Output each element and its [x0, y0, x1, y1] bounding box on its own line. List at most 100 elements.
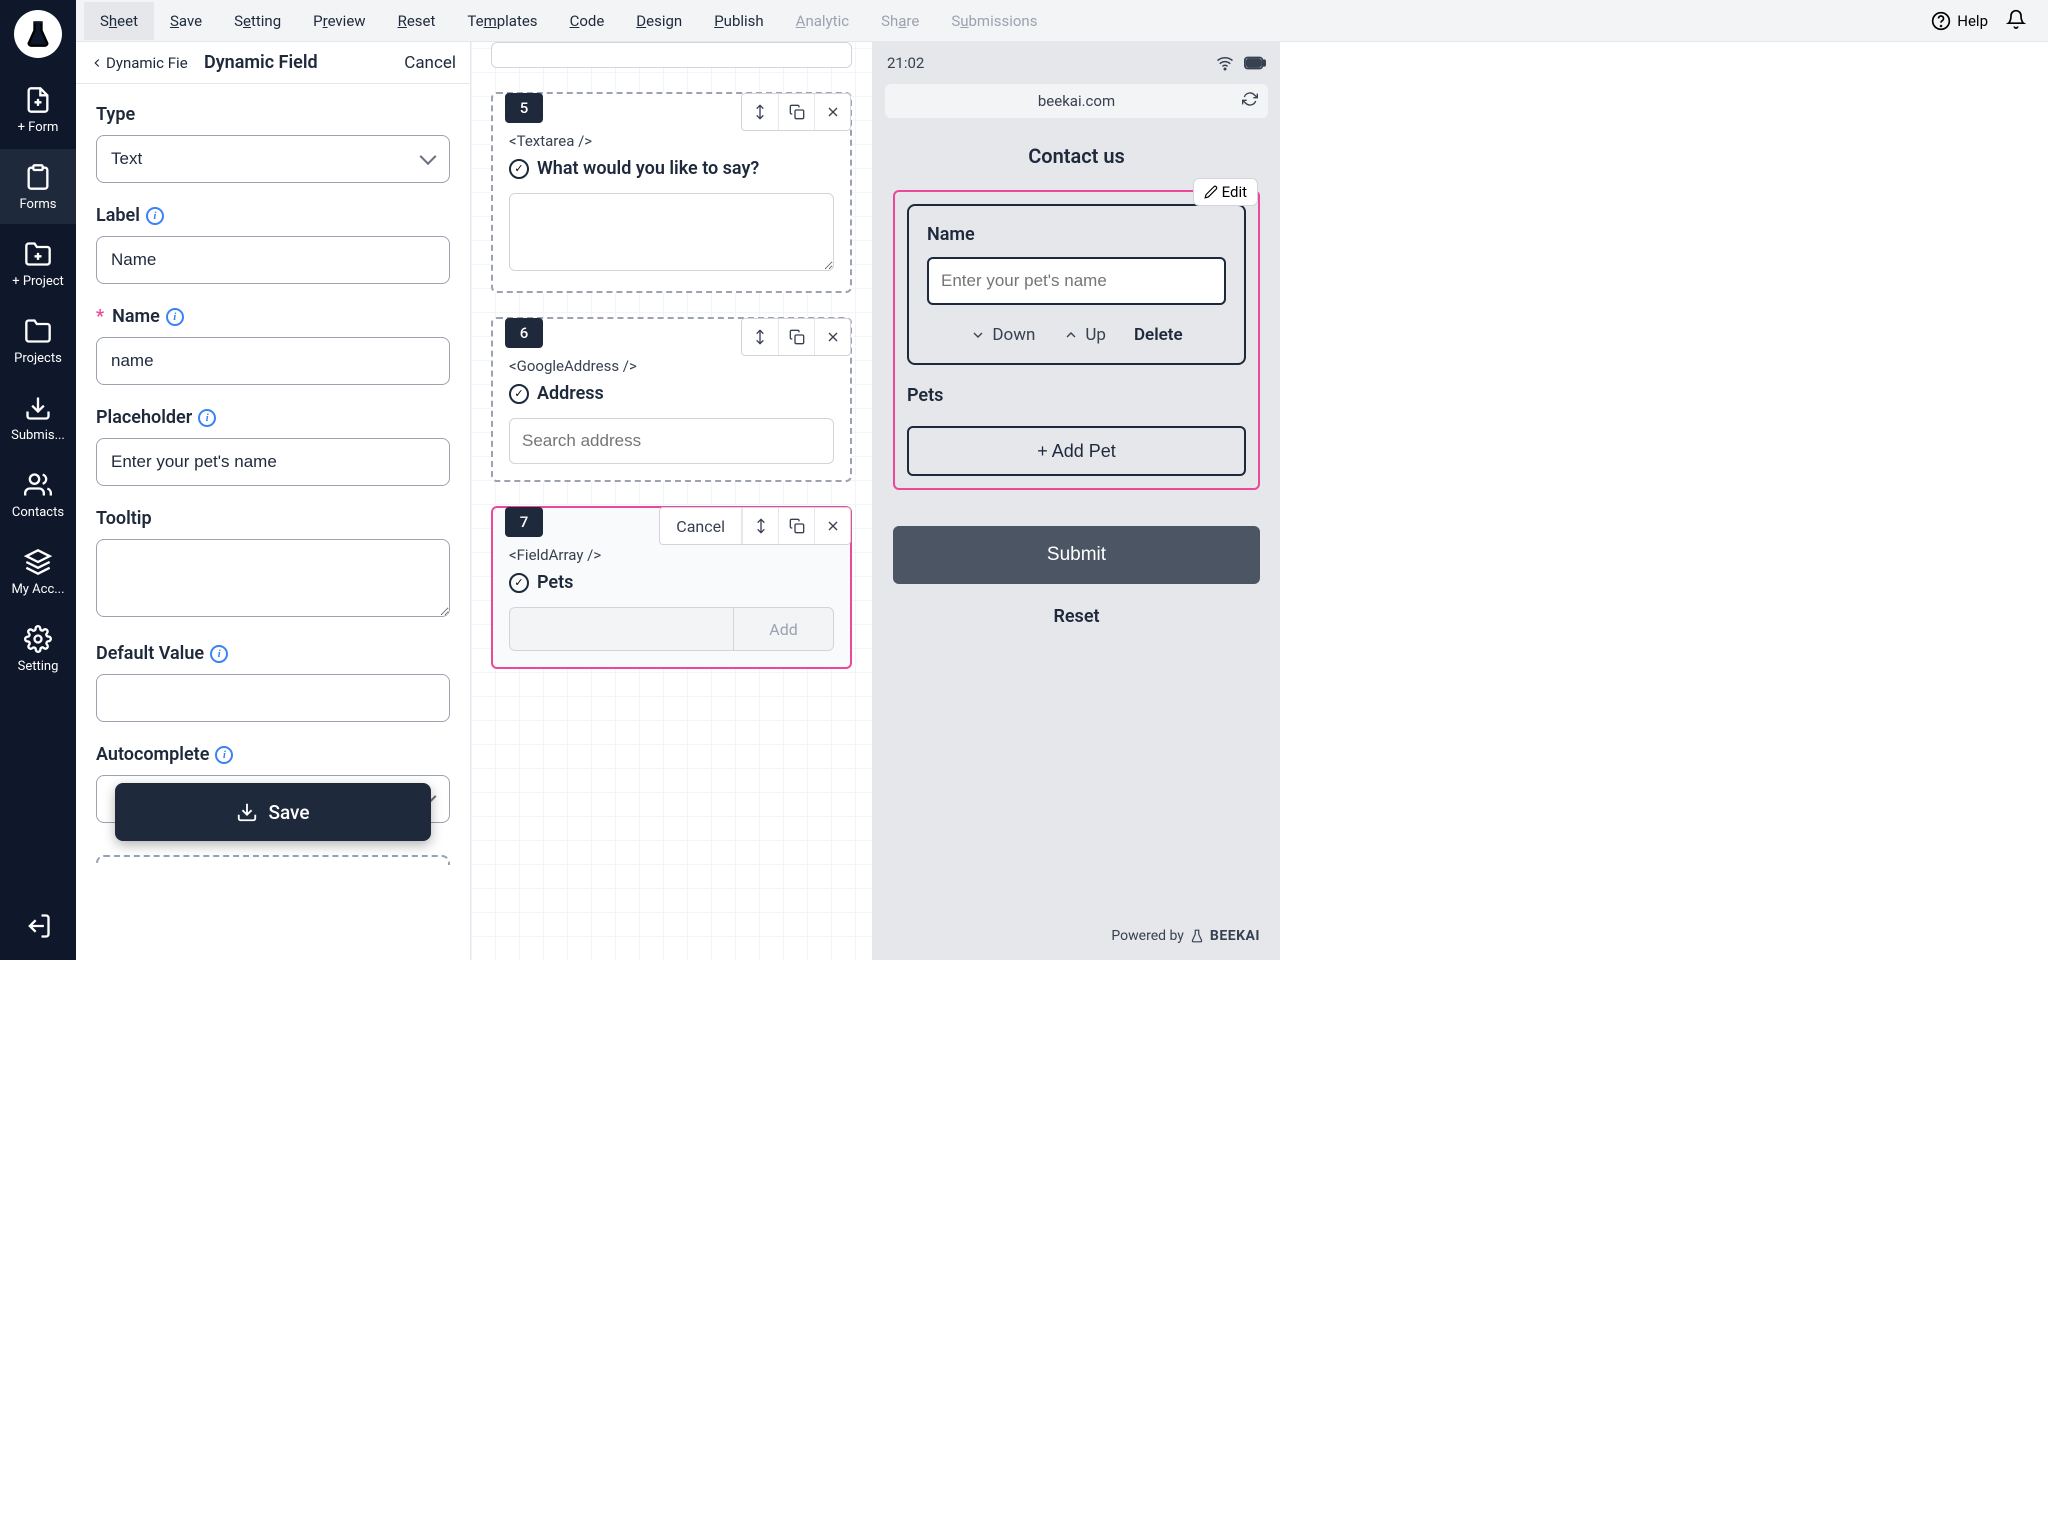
- field-card-7[interactable]: 7 Cancel <FieldArray /> ✓ Pets Add: [491, 506, 852, 669]
- check-icon: ✓: [509, 384, 529, 404]
- tooltip-label: Tooltip: [96, 508, 450, 529]
- help-button[interactable]: Help: [1931, 11, 1988, 31]
- left-sidebar: + Form Forms + Project Projects Submis..…: [0, 0, 76, 960]
- panel-cancel-button[interactable]: Cancel: [404, 53, 456, 73]
- sidebar-item-account[interactable]: My Acc...: [0, 534, 76, 609]
- form-canvas: 5 <Textarea /> ✓ What would you like to …: [471, 0, 873, 960]
- close-icon[interactable]: [814, 319, 850, 355]
- field-title: Pets: [537, 572, 573, 593]
- move-up-button[interactable]: Up: [1063, 325, 1106, 345]
- label-input[interactable]: [96, 236, 450, 284]
- download-icon: [236, 801, 258, 823]
- type-label: Type: [96, 104, 450, 125]
- sidebar-item-new-form[interactable]: + Form: [0, 72, 76, 147]
- properties-panel: Dynamic Fie Dynamic Field Cancel Type La…: [76, 0, 471, 960]
- name-input[interactable]: [96, 337, 450, 385]
- textarea-preview[interactable]: [509, 193, 834, 271]
- menu-item[interactable]: Code: [554, 2, 621, 40]
- card-cancel-button[interactable]: Cancel: [660, 508, 742, 544]
- info-icon[interactable]: i: [210, 645, 228, 663]
- move-icon[interactable]: [742, 94, 778, 130]
- reset-button[interactable]: Reset: [893, 606, 1260, 627]
- autocomplete-label: Autocomplete: [96, 744, 209, 765]
- preview-time: 21:02: [887, 54, 924, 72]
- field-number-badge: 7: [505, 507, 543, 537]
- close-icon[interactable]: [814, 94, 850, 130]
- delete-button[interactable]: Delete: [1134, 325, 1183, 345]
- field-card-5[interactable]: 5 <Textarea /> ✓ What would you like to …: [491, 92, 852, 293]
- menu-item[interactable]: Preview: [297, 2, 381, 40]
- sidebar-item-new-project[interactable]: + Project: [0, 226, 76, 301]
- field-array-add-button[interactable]: Add: [734, 607, 834, 651]
- save-button[interactable]: Save: [115, 783, 431, 841]
- menu-item: Analytic: [780, 2, 865, 40]
- address-preview-input[interactable]: [509, 418, 834, 464]
- menu-item[interactable]: Publish: [698, 2, 779, 40]
- chevron-up-icon: [1063, 327, 1079, 343]
- field-number-badge: 5: [505, 93, 543, 123]
- selected-field-highlight: Edit Name Down Up Delete Pets + Add Pet: [893, 190, 1260, 490]
- sidebar-item-projects[interactable]: Projects: [0, 303, 76, 378]
- sidebar-item-logout[interactable]: [0, 898, 76, 960]
- move-icon[interactable]: [742, 319, 778, 355]
- wifi-icon: [1216, 54, 1234, 72]
- app-logo[interactable]: [14, 10, 62, 58]
- sidebar-item-settings[interactable]: Setting: [0, 611, 76, 686]
- info-icon[interactable]: i: [215, 746, 233, 764]
- edit-button[interactable]: Edit: [1193, 178, 1258, 206]
- menu-item[interactable]: Templates: [451, 2, 553, 40]
- move-icon[interactable]: [742, 508, 778, 544]
- info-icon[interactable]: i: [166, 308, 184, 326]
- preview-address-bar[interactable]: beekai.com: [885, 84, 1268, 118]
- info-icon[interactable]: i: [146, 207, 164, 225]
- menu-item: Submissions: [935, 2, 1053, 40]
- notifications-icon[interactable]: [2006, 9, 2026, 33]
- menu-item[interactable]: Reset: [382, 2, 452, 40]
- powered-by: Powered by BEEKAI: [1111, 928, 1260, 944]
- menu-item[interactable]: Design: [620, 2, 698, 40]
- check-icon: ✓: [509, 573, 529, 593]
- label-label: Label: [96, 205, 140, 226]
- info-icon[interactable]: i: [198, 409, 216, 427]
- chevron-left-icon: [90, 56, 104, 70]
- add-pet-button[interactable]: + Add Pet: [907, 426, 1246, 476]
- live-preview: 21:02 beekai.com Contact us Edit Name: [873, 0, 1280, 960]
- sidebar-item-contacts[interactable]: Contacts: [0, 457, 76, 532]
- next-field-placeholder: [96, 855, 450, 865]
- field-type-tag: <FieldArray />: [509, 546, 834, 564]
- name-label: Name: [112, 306, 160, 327]
- field-card-6[interactable]: 6 <GoogleAddress /> ✓ Address: [491, 317, 852, 482]
- battery-icon: [1244, 56, 1266, 70]
- field-title: What would you like to say?: [537, 158, 759, 179]
- breadcrumb[interactable]: Dynamic Fie: [90, 54, 204, 72]
- close-icon[interactable]: [814, 508, 850, 544]
- top-menu-bar: SheetSaveSettingPreviewResetTemplatesCod…: [76, 0, 2048, 42]
- field-card-clipped[interactable]: [491, 42, 852, 68]
- default-input[interactable]: [96, 674, 450, 722]
- field-title: Address: [537, 383, 604, 404]
- panel-title: Dynamic Field: [204, 52, 318, 73]
- refresh-icon[interactable]: [1242, 91, 1258, 111]
- placeholder-input[interactable]: [96, 438, 450, 486]
- menu-item[interactable]: Save: [154, 2, 218, 40]
- preview-name-input[interactable]: [927, 257, 1226, 305]
- menu-item[interactable]: Sheet: [84, 2, 154, 40]
- field-array-slot: [509, 607, 734, 651]
- copy-icon[interactable]: [778, 94, 814, 130]
- chevron-down-icon: [970, 327, 986, 343]
- preview-name-label: Name: [927, 224, 1226, 245]
- move-down-button[interactable]: Down: [970, 325, 1035, 345]
- default-label: Default Value: [96, 643, 204, 664]
- field-number-badge: 6: [505, 318, 543, 348]
- copy-icon[interactable]: [778, 319, 814, 355]
- type-select[interactable]: [96, 135, 450, 183]
- copy-icon[interactable]: [778, 508, 814, 544]
- sidebar-item-forms[interactable]: Forms: [0, 149, 76, 224]
- submit-button[interactable]: Submit: [893, 526, 1260, 584]
- tooltip-input[interactable]: [96, 539, 450, 617]
- menu-item: Share: [865, 2, 935, 40]
- sidebar-item-submissions[interactable]: Submis...: [0, 380, 76, 455]
- menu-item[interactable]: Setting: [218, 2, 297, 40]
- field-type-tag: <GoogleAddress />: [509, 357, 834, 375]
- field-type-tag: <Textarea />: [509, 132, 834, 150]
